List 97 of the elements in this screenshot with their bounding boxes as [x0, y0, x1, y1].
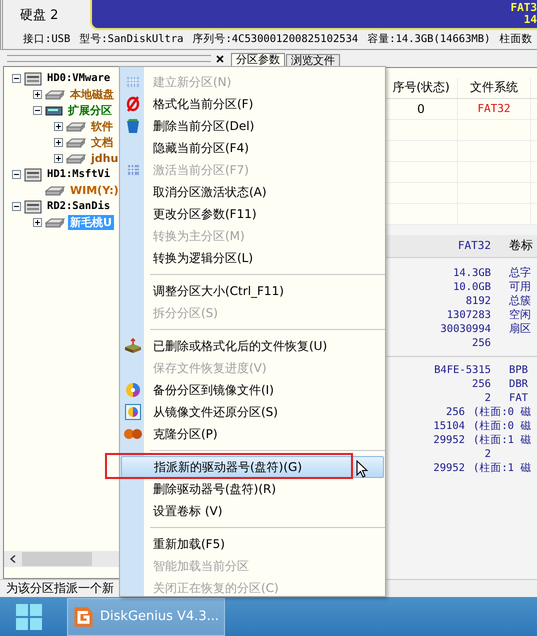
grid-icon: [126, 164, 140, 176]
mouse-pointer-icon: [356, 460, 368, 478]
field-label: FAT: [509, 392, 528, 404]
filesystem-value: FAT32: [456, 239, 491, 252]
tree-item[interactable]: WIM(Y:): [68, 183, 121, 198]
collapse-icon[interactable]: [12, 202, 21, 212]
partition-bar-text: 14: [524, 14, 537, 26]
field-label: 总簇: [509, 293, 531, 308]
tree-item[interactable]: HD0:VMware: [45, 71, 112, 86]
tab[interactable]: 浏览文件: [286, 54, 340, 67]
field-value: 1307283: [446, 308, 491, 321]
partition-bar-text: FAT3: [510, 2, 537, 14]
expand-icon[interactable]: [54, 138, 63, 148]
field-value: 10.0GB: [452, 280, 491, 293]
disk-info-text: 容量:14.3GB(14663MB): [367, 32, 490, 46]
field-value: 256: [445, 406, 465, 418]
menu-item[interactable]: 更改分区参数(F11): [121, 203, 384, 225]
field-label: (柱面:1 磁: [473, 432, 532, 447]
box-arrow-icon: [124, 338, 142, 354]
hard-disk-icon: [45, 184, 65, 197]
field-label: BPB: [509, 364, 528, 376]
menu-item[interactable]: 格式化当前分区(F): [121, 93, 384, 115]
tree-item[interactable]: 本地磁盘: [68, 87, 116, 102]
tree-item[interactable]: 文档: [89, 135, 115, 150]
disk-map-bar[interactable]: FAT3 14: [90, 0, 537, 30]
field-label: 卷标: [509, 237, 533, 254]
tree-item[interactable]: HD1:MsftVi: [45, 167, 112, 182]
tab[interactable]: 分区参数: [231, 52, 285, 67]
expand-icon[interactable]: [33, 90, 42, 100]
field-value: B4FE-5315: [433, 364, 491, 376]
field-value: 14.3GB: [452, 266, 491, 279]
hard-disk-icon: [45, 88, 65, 101]
menu-item[interactable]: 隐藏当前分区(F4): [121, 137, 384, 159]
collapse-icon[interactable]: [12, 170, 21, 180]
hard-disk-icon: [45, 216, 65, 229]
field-value: 29952: [432, 434, 465, 446]
field-value: 256: [471, 378, 491, 390]
menu-item[interactable]: 转换为逻辑分区(L): [121, 247, 384, 269]
disk-drive-icon: [24, 168, 42, 182]
menu-item[interactable]: 从镜像文件还原分区(S): [121, 401, 384, 423]
tree-item[interactable]: 软件: [89, 119, 115, 134]
disk-info-text: 序列号:4C530001200825102534: [192, 32, 358, 46]
framed-disc-icon: [125, 404, 141, 420]
tree-item[interactable]: RD2:SanDis: [45, 199, 112, 214]
two-balls-icon: [124, 428, 142, 440]
field-label: DBR: [509, 378, 528, 390]
scroll-left-icon[interactable]: [10, 555, 16, 564]
field-value: 8192: [464, 294, 491, 307]
hard-disk-icon: [66, 152, 86, 165]
close-icon[interactable]: [216, 54, 224, 63]
disk-info-text: 接口:USB: [23, 32, 70, 46]
menu-item[interactable]: 调整分区大小(Ctrl_F11): [121, 280, 384, 302]
disk-info-text: 型号:SanDiskUltra: [79, 32, 184, 46]
menu-item[interactable]: 删除当前分区(Del): [121, 115, 384, 137]
expand-icon[interactable]: [33, 218, 42, 228]
color-wheel-icon: [125, 382, 141, 398]
field-label: (柱面:0 磁: [473, 404, 532, 419]
menu-item[interactable]: 重新加载(F5): [121, 533, 384, 555]
grid-icon: [126, 76, 140, 88]
trash-bin-icon: [126, 118, 140, 134]
field-label: 扇区: [509, 321, 531, 336]
field-label: 总字: [509, 265, 531, 280]
collapse-icon[interactable]: [33, 106, 42, 116]
tree-item[interactable]: jdhu: [89, 151, 120, 166]
menu-item[interactable]: 设置卷标 (V): [121, 500, 384, 522]
windows-logo-icon: [16, 604, 42, 630]
field-value: 2: [484, 392, 491, 404]
menu-item[interactable]: 取消分区激活状态(A): [121, 181, 384, 203]
menu-item[interactable]: 备份分区到镜像文件(I): [121, 379, 384, 401]
menu-item[interactable]: 已删除或格式化后的文件恢复(U): [121, 335, 384, 357]
field-label: 空闲: [509, 307, 531, 322]
disk-label: 硬盘 2: [20, 6, 58, 24]
expand-icon[interactable]: [54, 154, 63, 164]
partition-icon: [45, 104, 63, 117]
expand-icon[interactable]: [54, 122, 63, 132]
collapse-icon[interactable]: [12, 74, 21, 84]
field-label: 可用: [509, 279, 531, 294]
table-cell: FAT32: [458, 98, 531, 119]
field-value: 256: [471, 336, 491, 349]
hard-disk-icon: [66, 120, 86, 133]
status-text: 为该分区指派一个新: [6, 580, 114, 598]
field-value: 15104: [432, 420, 465, 432]
disk-info-text: 柱面数: [499, 32, 532, 46]
tree-item[interactable]: 扩展分区: [66, 103, 114, 118]
field-label: (柱面:1 磁: [473, 460, 532, 475]
disk-drive-icon: [24, 200, 42, 214]
field-label: (柱面:0 磁: [473, 418, 532, 433]
field-value: 29952: [432, 462, 465, 474]
menu-item[interactable]: 删除驱动器号(盘符)(R): [121, 478, 384, 500]
menu-item[interactable]: 指派新的驱动器号(盘符)(G): [121, 456, 384, 478]
disk-drive-icon: [24, 72, 42, 86]
field-value: 30030994: [439, 322, 491, 335]
column-header[interactable]: 文件系统: [458, 78, 531, 98]
prohibited-icon: [126, 96, 140, 112]
field-value: 2: [484, 448, 491, 460]
menu-item[interactable]: 克隆分区(P): [121, 423, 384, 445]
hard-disk-icon: [66, 136, 86, 149]
